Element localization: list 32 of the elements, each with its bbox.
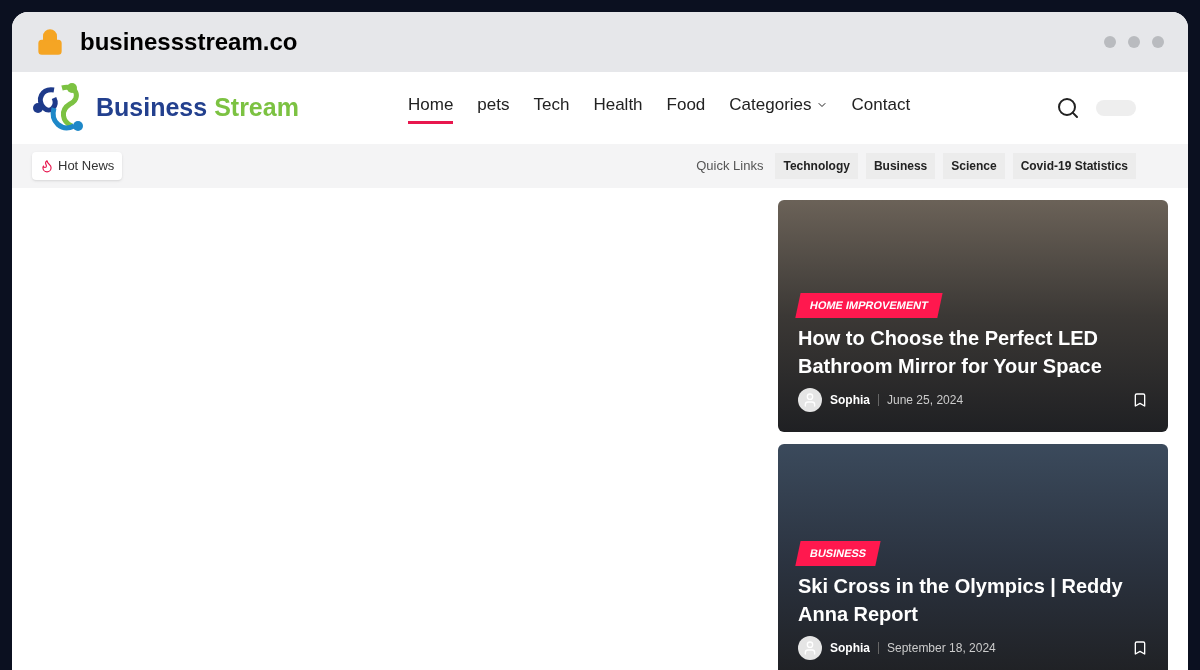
avatar-icon — [798, 636, 822, 660]
quick-link[interactable]: Technology — [775, 153, 858, 179]
category-tag[interactable]: HOME IMPROVEMENT — [795, 292, 943, 317]
nav-link[interactable]: Health — [593, 91, 643, 125]
nav-link[interactable]: Tech — [533, 91, 570, 125]
post-title[interactable]: How to Choose the Perfect LED Bathroom Mirror for Your Space — [798, 325, 1148, 380]
nav-link[interactable]: Home — [408, 91, 454, 125]
post-card[interactable]: BUSINESS Ski Cross in the Olympics | Reddy Anna Report Sophia September 18, 2024 — [778, 444, 1168, 670]
nav-link[interactable]: pets — [477, 91, 510, 125]
logo-text[interactable]: Business Stream — [96, 89, 299, 127]
nav-link[interactable]: Categories — [729, 91, 828, 125]
quick-link[interactable]: Business — [865, 153, 936, 179]
search-icon[interactable] — [1056, 96, 1080, 120]
post-card[interactable]: HOME IMPROVEMENT How to Choose the Perfect LED Bathroom Mirror for Your Space Sophia June 25, 2024 — [778, 200, 1168, 432]
category-tag[interactable]: BUSINESS — [795, 540, 881, 565]
nav-link[interactable]: Contact — [851, 91, 911, 125]
avatar-icon — [798, 388, 822, 412]
nav-link[interactable]: Food — [666, 91, 706, 125]
flame-icon — [40, 159, 54, 173]
author-name[interactable]: Sophia — [830, 391, 870, 409]
author-name[interactable]: Sophia — [830, 639, 870, 657]
post-date: September 18, 2024 — [887, 640, 996, 657]
post-title[interactable]: Ski Cross in the Olympics | Reddy Anna Report — [798, 573, 1148, 628]
url-text[interactable]: businessstream.co — [80, 24, 298, 60]
bookmark-icon[interactable] — [1132, 392, 1148, 408]
bookmark-icon[interactable] — [1132, 640, 1148, 656]
quick-link[interactable]: Science — [943, 153, 1005, 179]
quick-link[interactable]: Covid-19 Statistics — [1012, 153, 1136, 179]
quick-links-label: Quick Links — [696, 157, 764, 176]
post-date: June 25, 2024 — [887, 392, 964, 409]
lock-icon — [36, 28, 64, 56]
hot-news-tag[interactable]: Hot News — [32, 152, 123, 180]
